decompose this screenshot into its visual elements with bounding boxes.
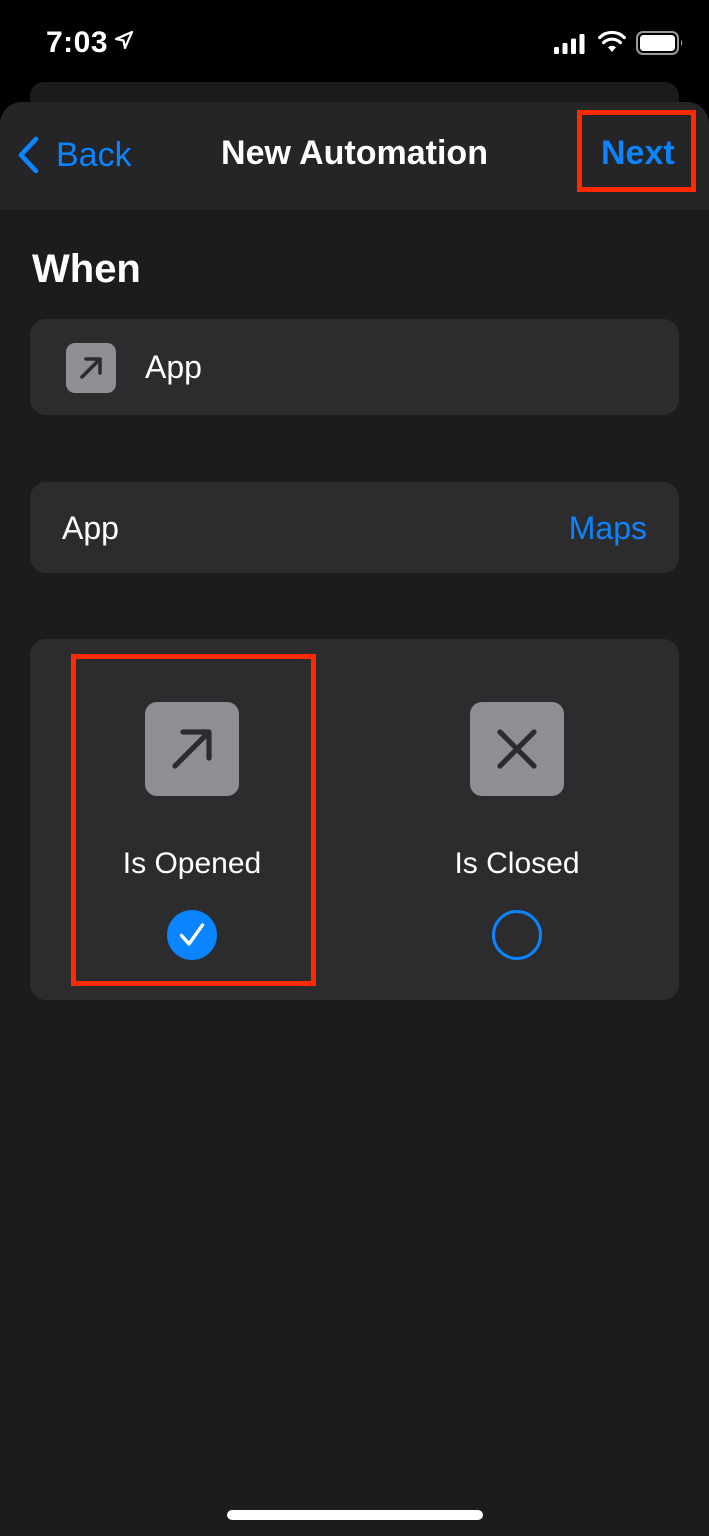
- section-title-when: When: [32, 247, 141, 291]
- navigation-bar: Back New Automation Next: [0, 102, 709, 210]
- option-is-opened[interactable]: Is Opened: [30, 639, 354, 1000]
- state-options-card: Is Opened Is Closed: [30, 639, 679, 1000]
- home-indicator[interactable]: [227, 1510, 483, 1520]
- arrow-up-right-icon: [66, 343, 116, 393]
- new-automation-sheet: Back New Automation Next When App App Ma…: [0, 102, 709, 1536]
- cellular-signal-icon: [554, 34, 585, 54]
- x-mark-icon: [470, 702, 564, 796]
- option-is-closed[interactable]: Is Closed: [355, 639, 679, 1000]
- option-label: Is Closed: [454, 847, 580, 880]
- app-selector-row[interactable]: App Maps: [30, 482, 679, 573]
- trigger-label: App: [145, 349, 202, 385]
- wifi-icon: [598, 30, 626, 52]
- app-row-value[interactable]: Maps: [569, 510, 647, 547]
- location-arrow-icon: [114, 30, 134, 50]
- next-button-highlight-box: [577, 110, 696, 192]
- battery-icon: [636, 31, 683, 55]
- status-bar: 7:03: [0, 0, 709, 90]
- status-time: 7:03: [46, 26, 109, 59]
- arrow-up-right-icon: [145, 702, 239, 796]
- option-label: Is Opened: [122, 847, 262, 880]
- screen: 7:03 Back New Automation Next When App A…: [0, 0, 709, 1536]
- checkmark-icon: [179, 923, 205, 946]
- trigger-card: App: [30, 319, 679, 415]
- app-row-label: App: [62, 510, 119, 546]
- radio-checked[interactable]: [167, 910, 217, 960]
- radio-unchecked[interactable]: [492, 910, 542, 960]
